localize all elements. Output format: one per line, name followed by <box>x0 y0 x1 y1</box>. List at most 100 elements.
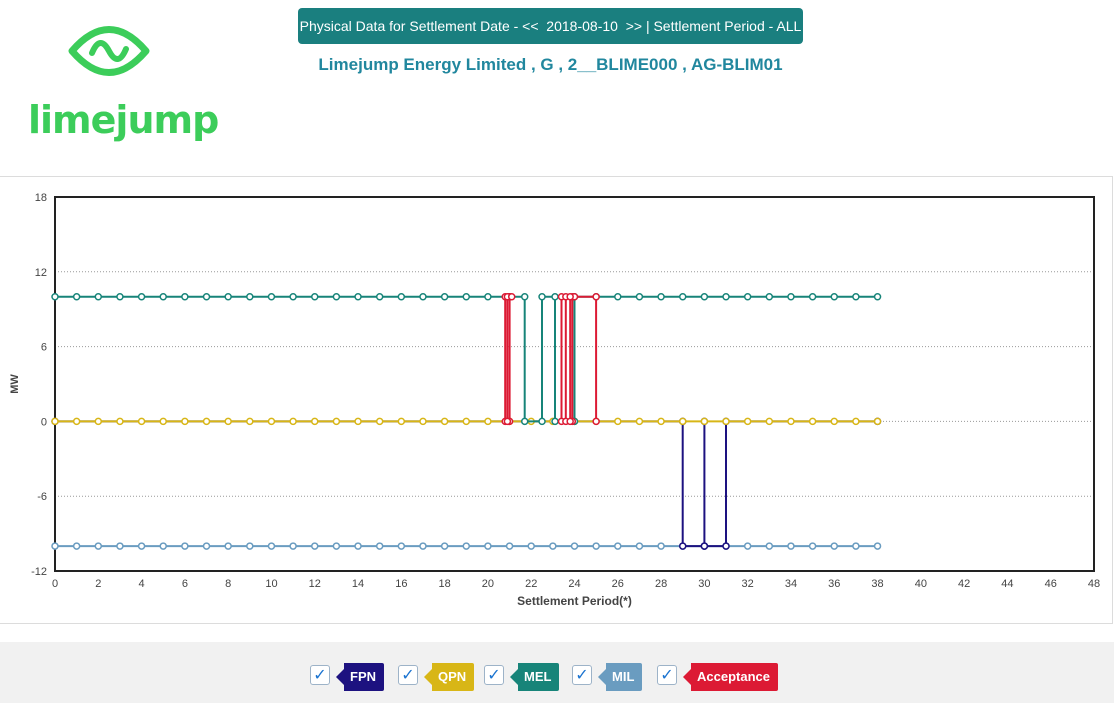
mil-point <box>354 542 362 550</box>
mil-point <box>462 542 471 550</box>
mil-point <box>397 542 406 550</box>
qpn-checkbox[interactable]: ✓ <box>398 665 418 685</box>
mil-point <box>289 542 297 550</box>
mel-point <box>538 292 546 301</box>
mel-point <box>224 292 232 301</box>
mil-point <box>549 542 557 550</box>
mel-point <box>765 292 774 301</box>
fpn-point <box>722 542 730 550</box>
acceptance-tag[interactable]: Acceptance <box>683 663 778 691</box>
fpn-tag[interactable]: FPN <box>336 663 384 691</box>
acceptance-checkbox[interactable]: ✓ <box>657 665 677 685</box>
mil-point <box>505 542 514 550</box>
qpn-point <box>375 417 384 426</box>
mil-point <box>592 542 600 550</box>
y-tick-label: 0 <box>41 416 47 428</box>
mil-point <box>246 542 254 550</box>
mil-point <box>72 542 81 550</box>
x-tick-label: 12 <box>309 578 321 590</box>
qpn-point <box>51 417 59 426</box>
fpn-checkbox[interactable]: ✓ <box>310 665 330 685</box>
qpn-point <box>657 417 665 426</box>
mil-point <box>484 542 492 550</box>
mil-point <box>808 542 817 550</box>
y-tick-label: 12 <box>35 267 47 279</box>
qpn-point <box>137 417 146 426</box>
qpn-point <box>246 417 254 426</box>
mel-point <box>551 417 559 426</box>
mel-point <box>332 292 341 301</box>
mel-point <box>375 292 384 301</box>
x-tick-label: 46 <box>1045 578 1057 590</box>
mel-point <box>289 292 297 301</box>
fpn-point <box>700 542 709 550</box>
x-tick-label: 22 <box>525 578 537 590</box>
qpn-point <box>224 417 232 426</box>
y-tick-label: 6 <box>41 342 47 354</box>
mel-point <box>484 292 492 301</box>
logo-wordmark: limejump <box>28 98 219 142</box>
mil-checkbox[interactable]: ✓ <box>572 665 592 685</box>
mil-point <box>116 542 124 550</box>
mil-point <box>635 542 644 550</box>
x-tick-label: 16 <box>395 578 407 590</box>
qpn-point <box>159 417 167 426</box>
mel-point <box>520 292 529 301</box>
qpn-point <box>678 417 687 426</box>
qpn-point <box>94 417 103 426</box>
mel-point <box>873 292 882 301</box>
settlement-date-title[interactable]: Physical Data for Settlement Date - << 2… <box>298 8 803 44</box>
mel-point <box>116 292 124 301</box>
mel-point <box>678 292 687 301</box>
mel-point <box>440 292 449 301</box>
qpn-point <box>289 417 297 426</box>
mil-point <box>94 542 103 550</box>
mel-point <box>94 292 103 301</box>
x-tick-label: 38 <box>871 578 883 590</box>
qpn-point <box>397 417 406 426</box>
acceptance-series-line <box>560 295 575 423</box>
mel-point <box>181 292 189 301</box>
mel-point <box>614 292 622 301</box>
qpn-tag[interactable]: QPN <box>423 663 475 691</box>
mil-point <box>440 542 449 550</box>
mel-point <box>137 292 146 301</box>
x-tick-label: 26 <box>612 578 624 590</box>
acceptance-point <box>503 417 512 426</box>
qpn-point <box>72 417 81 426</box>
mil-point <box>527 542 535 550</box>
mel-checkbox[interactable]: ✓ <box>484 665 504 685</box>
x-tick-label: 10 <box>265 578 277 590</box>
qpn-point <box>116 417 124 426</box>
mel-point <box>700 292 709 301</box>
qpn-point <box>311 417 319 426</box>
x-tick-label: 36 <box>828 578 840 590</box>
x-tick-label: 32 <box>742 578 754 590</box>
qpn-point <box>700 417 709 426</box>
mel-point <box>551 292 559 301</box>
mil-point <box>202 542 211 550</box>
acceptance-point <box>507 292 516 301</box>
mil-point <box>181 542 189 550</box>
mil-point <box>51 542 59 550</box>
qpn-point <box>440 417 449 426</box>
qpn-point <box>765 417 774 426</box>
x-tick-label: 14 <box>352 578 364 590</box>
mil-point <box>743 542 752 550</box>
mil-point <box>267 542 276 550</box>
mil-tag[interactable]: MIL <box>597 663 643 691</box>
acceptance-point <box>592 292 600 301</box>
qpn-point <box>332 417 341 426</box>
y-tick-label: -6 <box>37 491 47 503</box>
mil-point <box>765 542 774 550</box>
limejump-logo[interactable]: limejump <box>28 20 219 140</box>
mel-tag[interactable]: MEL <box>509 663 560 691</box>
legend-bar: ✓ FPN ✓ QPN ✓ MEL ✓ MIL ✓ Acceptance <box>0 642 1114 703</box>
limejump-wave-eye-icon <box>68 26 150 76</box>
mil-point <box>830 542 838 550</box>
mel-point <box>520 417 529 426</box>
qpn-point <box>267 417 276 426</box>
qpn-point <box>743 417 752 426</box>
physical-data-chart: -12-60612180 2 4 6 8 10 12 14 16 18 20 22 24 26 28 30 32… <box>9 192 1100 608</box>
x-tick-label: 8 <box>225 578 231 590</box>
